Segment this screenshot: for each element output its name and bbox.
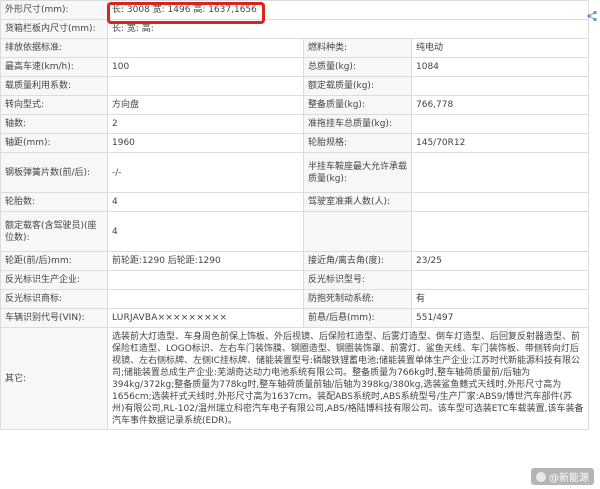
reflector-model-label: 反光标识型号: — [303, 270, 412, 290]
fuel-type-value: 纯电动 — [411, 38, 589, 58]
other-value: 选装前大灯造型、车身周色前保上饰板、外后视镜、后保险杠造型、后雾灯造型、倒车灯造… — [107, 327, 589, 430]
vin-label: 车辆识别代号(VIN): — [0, 308, 108, 328]
reflector-maker-value — [107, 270, 304, 290]
leaf-springs-value: -/- — [107, 152, 304, 193]
trailer-mass-label: 准拖挂车总质量(kg): — [303, 114, 412, 134]
wheelbase-label: 轴距(mm): — [0, 133, 108, 153]
exterior-size-label: 外形尺寸(mm): — [0, 0, 108, 20]
reflector-brand-value — [107, 289, 304, 309]
cab-passengers-label: 驾驶室准乘人数(人): — [303, 192, 412, 212]
leaf-springs-label: 钢板弹簧片数(前/后): — [0, 152, 108, 193]
abs-value: 有 — [411, 289, 589, 309]
saddle-load-label: 半挂车鞍座最大允许承载质量(kg): — [303, 152, 412, 193]
wheelbase-value: 1960 — [107, 133, 304, 153]
emission-standard-value — [107, 38, 304, 58]
overhang-value: 551/497 — [411, 308, 589, 328]
tire-spec-label: 轮胎规格: — [303, 133, 412, 153]
axles-value: 2 — [107, 114, 304, 134]
row-springs-saddle: 钢板弹簧片数(前/后): -/- 半挂车鞍座最大允许承载质量(kg): — [0, 152, 589, 193]
total-mass-label: 总质量(kg): — [303, 57, 412, 77]
reflector-maker-label: 反光标识生产企业: — [0, 270, 108, 290]
empty-label-cell — [303, 211, 412, 252]
row-cargo-size: 货箱栏板内尺寸(mm): 长: 宽: 高: — [0, 19, 589, 39]
axles-label: 轴数: — [0, 114, 108, 134]
saddle-load-value — [411, 152, 589, 193]
curb-mass-label: 整备质量(kg): — [303, 95, 412, 115]
tire-count-label: 轮胎数: — [0, 192, 108, 212]
curb-mass-value: 766,778 — [411, 95, 589, 115]
steering-label: 转向型式: — [0, 95, 108, 115]
watermark-text: @新能源 — [549, 473, 589, 484]
row-other: 其它: 选装前大灯造型、车身周色前保上饰板、外后视镜、后保险杠造型、后雾灯造型、… — [0, 327, 589, 430]
row-load-coef: 载质量利用系数: 额定载质量(kg): — [0, 76, 589, 96]
row-reflector-abs: 反光标识商标: 防抱死制动系统: 有 — [0, 289, 589, 309]
fuel-type-label: 燃料种类: — [303, 38, 412, 58]
row-tires-cab: 轮胎数: 4 驾驶室准乘人数(人): — [0, 192, 589, 212]
cab-passengers-value — [411, 192, 589, 212]
emission-standard-label: 排放依据标准: — [0, 38, 108, 58]
track-label: 轮距(前/后)mm: — [0, 251, 108, 271]
exterior-size-value: 长: 3008 宽: 1496 高: 1637,1656 — [107, 0, 589, 20]
load-coef-value — [107, 76, 304, 96]
total-mass-value: 1084 — [411, 57, 589, 77]
row-wheelbase-tire: 轴距(mm): 1960 轮胎规格: 145/70R12 — [0, 133, 589, 153]
tire-count-value: 4 — [107, 192, 304, 212]
row-axles-trailer: 轴数: 2 准拖挂车总质量(kg): — [0, 114, 589, 134]
row-emission-fuel: 排放依据标准: 燃料种类: 纯电动 — [0, 38, 589, 58]
share-icon[interactable] — [586, 10, 598, 22]
vehicle-spec-table: 外形尺寸(mm): 长: 3008 宽: 1496 高: 1637,1656 货… — [0, 0, 589, 430]
overhang-label: 前悬/后悬(mm): — [303, 308, 412, 328]
empty-value-cell — [411, 211, 589, 252]
row-exterior-size: 外形尺寸(mm): 长: 3008 宽: 1496 高: 1637,1656 — [0, 0, 589, 20]
steering-value: 方向盘 — [107, 95, 304, 115]
reflector-brand-label: 反光标识商标: — [0, 289, 108, 309]
rated-load-value — [411, 76, 589, 96]
reflector-model-value — [411, 270, 589, 290]
rated-seats-label: 额定载客(含驾驶员)(座位数): — [0, 211, 108, 252]
track-value: 前轮距:1290 后轮距:1290 — [107, 251, 304, 271]
abs-label: 防抱死制动系统: — [303, 289, 412, 309]
approach-departure-label: 接近角/离去角(度): — [303, 251, 412, 271]
tire-spec-value: 145/70R12 — [411, 133, 589, 153]
row-vin-overhang: 车辆识别代号(VIN): LURJAVBA××××××××× 前悬/后悬(mm)… — [0, 308, 589, 328]
cargo-size-label: 货箱栏板内尺寸(mm): — [0, 19, 108, 39]
row-track-angles: 轮距(前/后)mm: 前轮距:1290 后轮距:1290 接近角/离去角(度):… — [0, 251, 589, 271]
cargo-size-value: 长: 宽: 高: — [107, 19, 589, 39]
weibo-logo-icon — [536, 471, 546, 482]
other-label: 其它: — [0, 327, 108, 430]
row-speed-mass: 最高车速(km/h): 100 总质量(kg): 1084 — [0, 57, 589, 77]
rated-seats-value: 4 — [107, 211, 304, 252]
max-speed-value: 100 — [107, 57, 304, 77]
row-seats: 额定载客(含驾驶员)(座位数): 4 — [0, 211, 589, 252]
load-coef-label: 载质量利用系数: — [0, 76, 108, 96]
vin-value: LURJAVBA××××××××× — [107, 308, 304, 328]
trailer-mass-value — [411, 114, 589, 134]
weibo-watermark: @新能源 — [531, 468, 594, 485]
approach-departure-value: 23/25 — [411, 251, 589, 271]
row-reflector-maker: 反光标识生产企业: 反光标识型号: — [0, 270, 589, 290]
rated-load-label: 额定载质量(kg): — [303, 76, 412, 96]
max-speed-label: 最高车速(km/h): — [0, 57, 108, 77]
row-steering-curb: 转向型式: 方向盘 整备质量(kg): 766,778 — [0, 95, 589, 115]
